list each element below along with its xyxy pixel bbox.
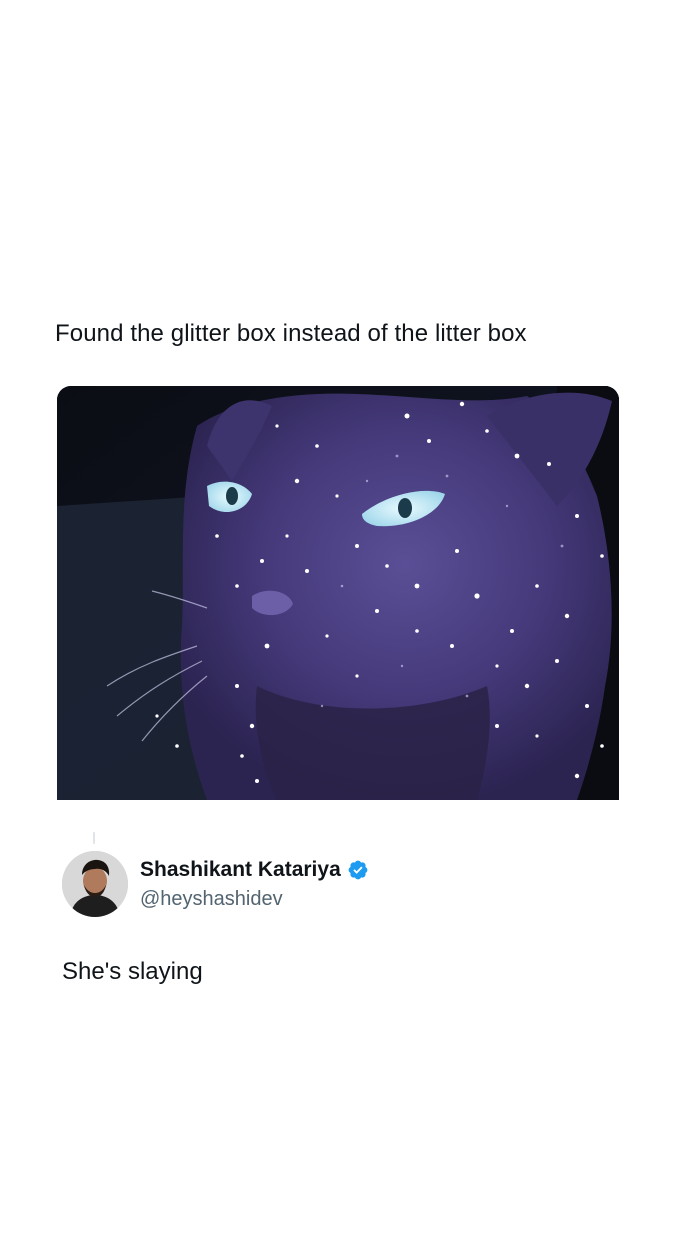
author-handle[interactable]: @heyshashidev <box>140 886 283 912</box>
avatar-photo-icon <box>62 851 128 917</box>
verified-badge-icon <box>347 859 369 881</box>
author-name-text: Shashikant Katariya <box>140 858 341 881</box>
glitter-cat-image <box>57 386 619 800</box>
avatar[interactable] <box>62 851 128 917</box>
tweet-media-image[interactable] <box>57 386 619 800</box>
thread-connector-line <box>93 832 95 844</box>
reply-text: She's slaying <box>62 958 203 985</box>
tweet-text: Found the glitter box instead of the lit… <box>55 320 527 347</box>
author-name[interactable]: Shashikant Katariya <box>140 856 369 884</box>
